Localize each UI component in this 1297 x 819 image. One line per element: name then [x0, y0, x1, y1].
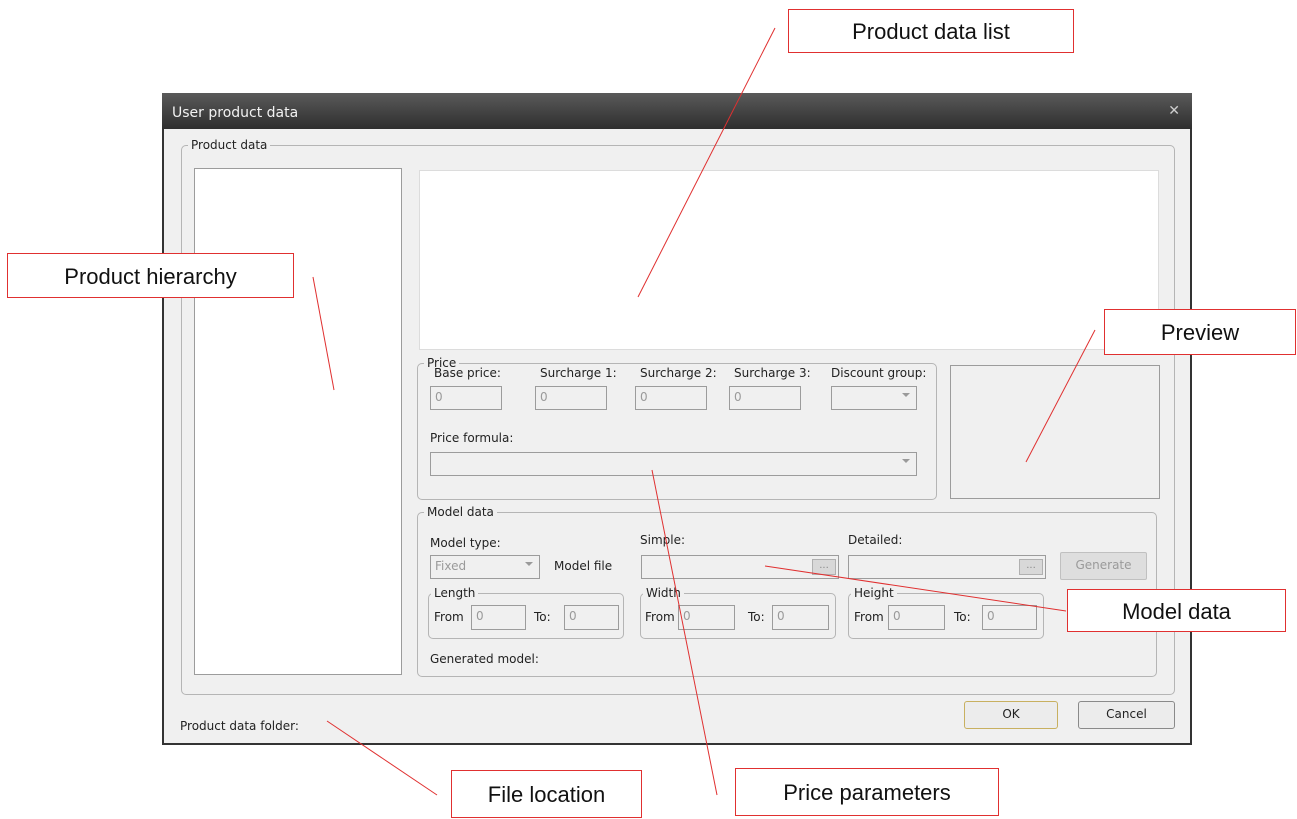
height-from-input[interactable]: 0: [888, 605, 945, 630]
dialog-client-area: Product data Price Base price: Surcharge…: [164, 129, 1190, 743]
width-to-label: To:: [748, 610, 765, 624]
length-legend: Length: [431, 585, 479, 601]
model-data-legend: Model data: [424, 504, 497, 520]
width-legend: Width: [643, 585, 684, 601]
width-from-input[interactable]: 0: [678, 605, 735, 630]
chevron-down-icon: [902, 459, 910, 463]
callout-price-parameters: Price parameters: [735, 768, 999, 816]
browse-simple-button[interactable]: ...: [812, 559, 836, 575]
callout-model-data: Model data: [1067, 589, 1286, 632]
close-icon[interactable]: ✕: [1168, 103, 1180, 119]
chevron-down-icon: [525, 562, 533, 566]
dialog-window: User product data ✕ Product data Price B…: [162, 93, 1192, 745]
base-price-label: Base price:: [434, 366, 501, 380]
length-from-input[interactable]: 0: [471, 605, 526, 630]
generate-button[interactable]: Generate: [1060, 552, 1147, 580]
detailed-label: Detailed:: [848, 533, 903, 547]
callout-product-hierarchy: Product hierarchy: [7, 253, 294, 298]
callout-file-location: File location: [451, 770, 642, 818]
length-to-label: To:: [534, 610, 551, 624]
simple-model-input[interactable]: ...: [641, 555, 839, 579]
surcharge3-input[interactable]: 0: [729, 386, 801, 410]
product-data-folder-label: Product data folder:: [180, 719, 299, 733]
height-legend: Height: [851, 585, 897, 601]
width-to-input[interactable]: 0: [772, 605, 829, 630]
browse-detailed-button[interactable]: ...: [1019, 559, 1043, 575]
price-formula-select[interactable]: [430, 452, 917, 476]
surcharge3-label: Surcharge 3:: [734, 366, 811, 380]
title-bar[interactable]: User product data: [162, 93, 1192, 129]
window-title: User product data: [172, 105, 299, 121]
product-data-list[interactable]: [419, 170, 1159, 350]
height-to-input[interactable]: 0: [982, 605, 1037, 630]
surcharge1-label: Surcharge 1:: [540, 366, 617, 380]
product-hierarchy-tree[interactable]: [194, 168, 402, 675]
generated-model-label: Generated model:: [430, 652, 539, 666]
simple-label: Simple:: [640, 533, 686, 547]
surcharge2-label: Surcharge 2:: [640, 366, 717, 380]
product-data-legend: Product data: [188, 137, 271, 153]
height-to-label: To:: [954, 610, 971, 624]
surcharge2-input[interactable]: 0: [635, 386, 707, 410]
height-from-label: From: [854, 610, 884, 624]
surcharge1-input[interactable]: 0: [535, 386, 607, 410]
detailed-model-input[interactable]: ...: [848, 555, 1046, 579]
preview-panel: [950, 365, 1160, 499]
callout-preview: Preview: [1104, 309, 1296, 355]
model-type-select[interactable]: Fixed: [430, 555, 540, 579]
chevron-down-icon: [902, 393, 910, 397]
discount-group-label: Discount group:: [831, 366, 927, 380]
callout-product-data-list: Product data list: [788, 9, 1074, 53]
price-formula-label: Price formula:: [430, 431, 514, 445]
length-from-label: From: [434, 610, 464, 624]
width-from-label: From: [645, 610, 675, 624]
ok-button[interactable]: OK: [964, 701, 1058, 729]
base-price-input[interactable]: 0: [430, 386, 502, 410]
length-to-input[interactable]: 0: [564, 605, 619, 630]
discount-group-select[interactable]: [831, 386, 917, 410]
model-file-label: Model file: [554, 559, 613, 573]
cancel-button[interactable]: Cancel: [1078, 701, 1175, 729]
model-type-label: Model type:: [430, 536, 501, 550]
